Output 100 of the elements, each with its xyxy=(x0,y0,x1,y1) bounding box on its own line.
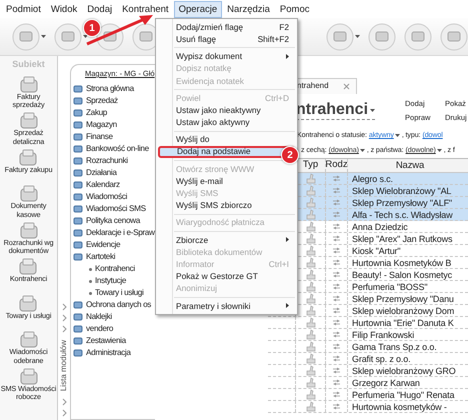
module-icon xyxy=(73,348,83,358)
menu-item[interactable]: Ustaw jako aktywny xyxy=(158,116,295,128)
tree-item[interactable]: Ewidencje xyxy=(71,239,155,252)
tree-item[interactable]: Towary i usługi xyxy=(71,287,155,300)
close-icon[interactable] xyxy=(342,82,350,90)
menu-item[interactable]: Wypisz dokument xyxy=(158,50,295,63)
toolbar-icon xyxy=(12,22,40,50)
menu-item[interactable]: Dodaj/zmień flagę F2 xyxy=(158,21,295,34)
tree-item[interactable]: Bankowość on-line xyxy=(71,143,155,156)
tree-item[interactable]: Strona główna xyxy=(71,83,155,96)
toolbar-icon xyxy=(404,22,432,50)
menu-item[interactable]: Narzędzia xyxy=(222,0,275,18)
menu-item[interactable]: Dodaj xyxy=(82,0,118,18)
caret-icon xyxy=(360,148,365,152)
module-icon xyxy=(18,76,38,92)
thumb-icon xyxy=(305,341,316,352)
tree-item[interactable]: Polityka cenowa xyxy=(71,215,155,228)
toolbar-button[interactable] xyxy=(12,22,46,50)
tree-item[interactable]: Kalendarz xyxy=(71,179,155,192)
tree-item[interactable]: Instytucje xyxy=(71,275,155,288)
table-row[interactable]: Perfumeria "Hugo" Renata xyxy=(268,389,468,401)
thumb-icon xyxy=(305,257,316,268)
logo: Subiekt xyxy=(12,58,45,71)
menu-item[interactable]: Widok xyxy=(46,0,82,18)
table-cell-text: Sklep wielobranżowy Dom xyxy=(351,305,456,316)
thumb-icon xyxy=(305,401,316,412)
table-cell-text: Kiosk "Artur" xyxy=(351,245,402,256)
arrows-icon xyxy=(332,379,341,386)
thumb-icon xyxy=(305,305,316,316)
toolbar-button[interactable] xyxy=(404,22,432,50)
arrows-icon xyxy=(332,223,341,230)
document-tab[interactable]: ntrahend xyxy=(296,78,357,94)
tree-item[interactable]: Rozrachunki xyxy=(71,155,155,168)
tree-item[interactable]: Wiadomości xyxy=(71,191,155,204)
thumb-icon xyxy=(305,365,316,376)
tree-item[interactable]: Kontrahenci xyxy=(71,263,155,276)
table-cell-text: Alegro s.c. xyxy=(351,173,394,184)
module-icon xyxy=(73,120,83,130)
toolbar-button[interactable] xyxy=(368,22,396,50)
menu-item[interactable]: Ustaw jako nieaktywny xyxy=(158,104,295,116)
tree-item[interactable]: Ochrona danych os xyxy=(71,299,155,312)
thumb-icon xyxy=(305,293,316,304)
menu-item[interactable]: Kontrahent xyxy=(117,0,174,18)
table-cell-text: Grzegorz Karwan xyxy=(351,377,421,388)
tree-item[interactable]: Kartoteki xyxy=(71,251,155,264)
menu-item[interactable]: Operacje xyxy=(174,0,222,18)
arrows-icon xyxy=(332,343,341,350)
tree-item[interactable]: Deklaracje i e-Spraw xyxy=(71,227,155,240)
tree-item[interactable]: vendero xyxy=(71,323,155,336)
table-cell-text: Sklep wielobranżowy GRO xyxy=(351,365,457,376)
table-cell-text: Anna Dziedzic xyxy=(351,221,409,232)
arrows-icon xyxy=(332,187,341,194)
module-icon xyxy=(18,222,38,238)
toolbar-button[interactable] xyxy=(96,22,124,50)
arrows-icon xyxy=(332,259,341,266)
tree-item[interactable]: Magazyn xyxy=(71,119,155,132)
tree-item[interactable]: Działania xyxy=(71,167,155,180)
module-icon xyxy=(73,252,83,262)
tree-item[interactable]: Zestawienia xyxy=(71,335,155,348)
arrows-icon xyxy=(332,307,341,314)
thumb-icon xyxy=(305,329,316,340)
toolbar-button[interactable] xyxy=(326,22,360,50)
module-icon xyxy=(73,108,83,118)
column-header[interactable]: Nazwa xyxy=(348,159,468,172)
thumb-icon xyxy=(305,245,316,256)
tree-item[interactable]: Wiadomości SMS xyxy=(71,203,155,216)
table-row[interactable]: Hurtownia "Erie" Danuta K xyxy=(268,317,468,329)
arrows-icon xyxy=(332,403,341,410)
tree-item[interactable]: Naklejki xyxy=(71,311,155,324)
table-cell-text: Perfumeria "BOSS" xyxy=(351,281,428,292)
toolbar-button[interactable] xyxy=(440,22,468,50)
module-icon xyxy=(73,300,83,310)
tree-item[interactable]: Administracja xyxy=(71,347,155,360)
thumb-icon xyxy=(305,233,316,244)
caret-icon xyxy=(370,108,376,112)
menu-item[interactable]: Wyślij do xyxy=(158,134,295,146)
table-row[interactable]: Grafit sp. z o.o. xyxy=(268,353,468,365)
bullet-icon xyxy=(89,292,92,295)
toolbar-button[interactable] xyxy=(54,22,88,50)
table-row[interactable]: Hurtownia kosmetyków - xyxy=(268,401,468,413)
arrows-icon xyxy=(332,175,341,182)
module-icon xyxy=(18,331,38,348)
column-header[interactable]: Rodz xyxy=(326,159,348,172)
table-row[interactable]: Filip Frankowski xyxy=(268,329,468,341)
arrows-icon xyxy=(332,367,341,374)
module-icon xyxy=(73,192,83,202)
tree-item[interactable]: Finanse xyxy=(71,131,155,144)
arrows-icon xyxy=(332,331,341,338)
table-cell-text: Hurtownia "Erie" Danuta K xyxy=(351,317,455,328)
tree-item[interactable]: Sprzedaż xyxy=(71,95,155,108)
table-row[interactable]: Grzegorz Karwan xyxy=(268,377,468,389)
thumb-icon xyxy=(305,197,316,208)
table-row[interactable]: Gama Trans Sp.z o.o. xyxy=(268,341,468,353)
table-row[interactable]: Sklep wielobranżowy GRO xyxy=(268,365,468,377)
tree-item[interactable]: Zakup xyxy=(71,107,155,120)
module-icon xyxy=(18,258,38,275)
menu-item[interactable]: Podmiot xyxy=(1,0,46,18)
menu-item[interactable]: Pomoc xyxy=(274,0,314,18)
table-cell-text: Grafit sp. z o.o. xyxy=(351,353,412,364)
menu-item[interactable]: Usuń flagę Shift+F2 xyxy=(158,33,295,46)
